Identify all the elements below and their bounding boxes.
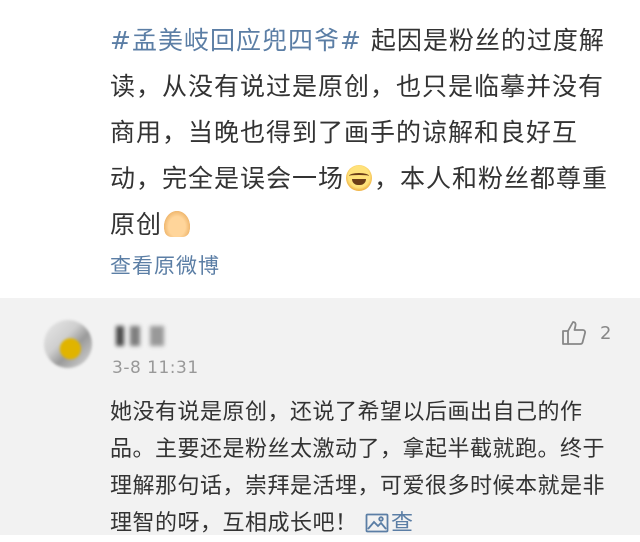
- laughing-crying-emoji-icon: [346, 165, 373, 191]
- commenter-avatar[interactable]: [44, 320, 92, 368]
- commenter-username-blurred[interactable]: [116, 326, 186, 346]
- praying-hands-emoji-icon: [164, 211, 191, 237]
- view-image-link[interactable]: 查: [365, 511, 414, 536]
- comment-text: 她没有说是原创，还说了希望以后画出自己的作品。主要还是粉丝太激动了，拿起半截就跑…: [110, 400, 606, 536]
- thumbs-up-icon: [562, 321, 587, 345]
- comment-text-block: 她没有说是原创，还说了希望以后画出自己的作品。主要还是粉丝太激动了，拿起半截就跑…: [110, 394, 620, 542]
- weibo-post: #孟美岐回应兜四爷# 起因是粉丝的过度解读，从没有说过是原创，也只是临摹并没有商…: [0, 0, 640, 298]
- post-hashtag-link[interactable]: #孟美岐回应兜四爷#: [110, 26, 362, 55]
- like-count: 2: [600, 322, 612, 344]
- post-text: #孟美岐回应兜四爷# 起因是粉丝的过度解读，从没有说过是原创，也只是临摹并没有商…: [110, 18, 620, 248]
- comment-item: 3-8 11:31 2 她没有说是原创，还说了希望以后画出自己的作品。主要还是粉…: [0, 298, 640, 536]
- comment-timestamp: 3-8 11:31: [112, 358, 199, 378]
- like-button[interactable]: 2: [560, 318, 611, 348]
- image-icon: [365, 513, 389, 533]
- view-original-weibo-link[interactable]: 查看原微博: [110, 250, 220, 280]
- view-image-label: 查: [391, 511, 414, 536]
